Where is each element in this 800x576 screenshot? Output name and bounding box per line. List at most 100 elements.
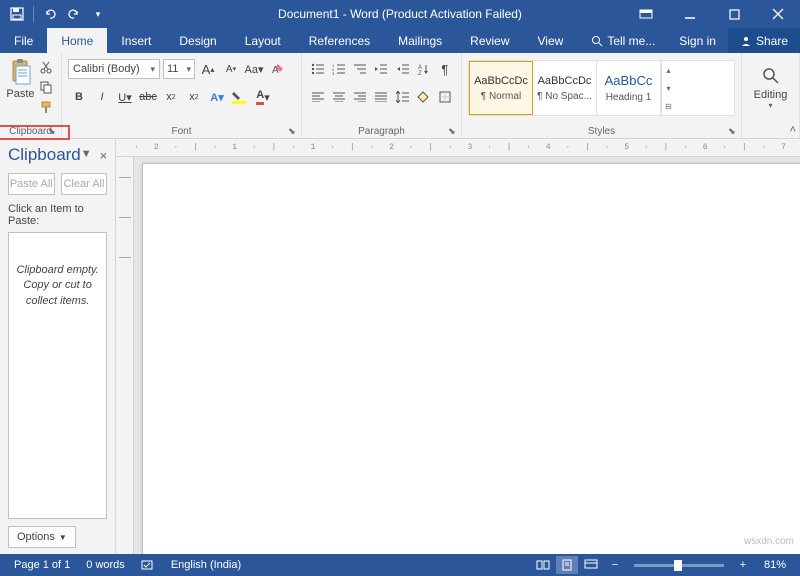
- font-color-icon[interactable]: A▾: [252, 87, 274, 107]
- multilevel-list-icon[interactable]: [350, 59, 370, 79]
- zoom-out-icon[interactable]: −: [604, 556, 626, 574]
- styles-gallery: AaBbCcDc ¶ Normal AaBbCcDc ¶ No Spac... …: [468, 60, 735, 116]
- paste-button[interactable]: Paste: [6, 56, 35, 116]
- save-icon[interactable]: [6, 3, 28, 25]
- font-size-combo[interactable]: 11▾: [163, 59, 195, 79]
- qat-customize-icon[interactable]: ▾: [87, 3, 109, 25]
- clipboard-options-button[interactable]: Options ▼: [8, 526, 76, 548]
- styles-more[interactable]: ▴▾⊟: [661, 61, 675, 115]
- borders-icon[interactable]: [435, 87, 455, 107]
- group-clipboard: Paste Clipboard ⬊: [0, 53, 62, 138]
- horizontal-ruler[interactable]: · 2 · | · 1 · | · 1 · | · 2 · | · 3 · | …: [116, 139, 800, 157]
- status-page[interactable]: Page 1 of 1: [6, 559, 78, 571]
- cut-icon[interactable]: [37, 58, 55, 76]
- group-styles-label: Styles: [462, 126, 741, 137]
- editing-button[interactable]: Editing ▾: [748, 60, 793, 116]
- align-center-icon[interactable]: [329, 87, 349, 107]
- tab-design[interactable]: Design: [165, 28, 230, 53]
- zoom-slider[interactable]: [634, 564, 724, 567]
- redo-icon[interactable]: [63, 3, 85, 25]
- line-spacing-icon[interactable]: [393, 87, 413, 107]
- clipboard-options-label: Options: [17, 531, 55, 543]
- maximize-icon[interactable]: [712, 0, 756, 28]
- tab-home[interactable]: Home: [47, 28, 107, 53]
- status-language[interactable]: English (India): [163, 559, 249, 571]
- sort-icon[interactable]: AZ: [414, 59, 434, 79]
- bullets-icon[interactable]: [308, 59, 328, 79]
- tell-me-search[interactable]: Tell me...: [581, 28, 665, 53]
- superscript-icon[interactable]: x2: [183, 87, 205, 107]
- zoom-thumb[interactable]: [674, 560, 682, 571]
- decrease-indent-icon[interactable]: [371, 59, 391, 79]
- increase-indent-icon[interactable]: [393, 59, 413, 79]
- view-read-icon[interactable]: [532, 556, 554, 574]
- undo-icon[interactable]: [39, 3, 61, 25]
- align-left-icon[interactable]: [308, 87, 328, 107]
- paste-all-button[interactable]: Paste All: [8, 173, 55, 195]
- ribbon-tabs: File Home Insert Design Layout Reference…: [0, 28, 800, 53]
- subscript-icon[interactable]: x2: [160, 87, 182, 107]
- clipboard-launcher-icon[interactable]: ⬊: [48, 126, 58, 136]
- shading-icon[interactable]: [414, 87, 434, 107]
- style-normal[interactable]: AaBbCcDc ¶ Normal: [469, 61, 533, 115]
- zoom-in-icon[interactable]: +: [732, 556, 754, 574]
- underline-icon[interactable]: U▾: [114, 87, 136, 107]
- zoom-level[interactable]: 81%: [756, 559, 794, 571]
- tab-review[interactable]: Review: [456, 28, 523, 53]
- shrink-font-icon[interactable]: A▾: [221, 59, 241, 79]
- quick-access-toolbar: ▾: [0, 3, 109, 25]
- clear-all-button[interactable]: Clear All: [61, 173, 108, 195]
- sign-in-button[interactable]: Sign in: [667, 28, 728, 53]
- styles-launcher-icon[interactable]: ⬊: [728, 126, 738, 136]
- show-marks-icon[interactable]: ¶: [435, 59, 455, 79]
- style-heading-1[interactable]: AaBbCc Heading 1: [597, 61, 661, 115]
- pane-close-icon[interactable]: ×: [100, 148, 108, 163]
- tab-layout[interactable]: Layout: [231, 28, 295, 53]
- text-effects-icon[interactable]: A▾: [206, 87, 228, 107]
- page-viewport[interactable]: [134, 157, 800, 554]
- ribbon-display-icon[interactable]: [624, 0, 668, 28]
- tab-mailings[interactable]: Mailings: [384, 28, 456, 53]
- status-proofing-icon[interactable]: [133, 559, 163, 571]
- vertical-ruler[interactable]: [116, 157, 134, 554]
- font-name-combo[interactable]: Calibri (Body)▾: [68, 59, 160, 79]
- view-web-icon[interactable]: [580, 556, 602, 574]
- clipboard-list: Clipboard empty. Copy or cut to collect …: [8, 232, 107, 519]
- share-button[interactable]: Share: [728, 28, 800, 53]
- pane-options-icon[interactable]: ▼: [81, 148, 92, 163]
- copy-icon[interactable]: [37, 78, 55, 96]
- strikethrough-icon[interactable]: abc: [137, 87, 159, 107]
- separator: [33, 6, 34, 22]
- clear-formatting-icon[interactable]: A: [267, 59, 287, 79]
- style-no-spacing[interactable]: AaBbCcDc ¶ No Spac...: [533, 61, 597, 115]
- align-right-icon[interactable]: [350, 87, 370, 107]
- change-case-icon[interactable]: Aa▾: [244, 59, 264, 79]
- grow-font-icon[interactable]: A▴: [198, 59, 218, 79]
- minimize-icon[interactable]: [668, 0, 712, 28]
- highlight-icon[interactable]: [229, 87, 251, 107]
- tab-references[interactable]: References: [295, 28, 384, 53]
- status-words[interactable]: 0 words: [78, 559, 133, 571]
- justify-icon[interactable]: [371, 87, 391, 107]
- tab-file[interactable]: File: [0, 28, 47, 53]
- close-icon[interactable]: [756, 0, 800, 28]
- collapse-ribbon-icon[interactable]: ˄: [790, 124, 796, 136]
- document-page[interactable]: [142, 163, 800, 554]
- font-name-value: Calibri (Body): [73, 63, 140, 75]
- bold-icon[interactable]: B: [68, 87, 90, 107]
- view-print-icon[interactable]: [556, 556, 578, 574]
- tab-insert[interactable]: Insert: [107, 28, 165, 53]
- numbering-icon[interactable]: 123: [329, 59, 349, 79]
- italic-icon[interactable]: I: [91, 87, 113, 107]
- font-launcher-icon[interactable]: ⬊: [288, 126, 298, 136]
- document-area: · 2 · | · 1 · | · 1 · | · 2 · | · 3 · | …: [116, 139, 800, 554]
- status-bar: Page 1 of 1 0 words English (India) − + …: [0, 554, 800, 576]
- paragraph-launcher-icon[interactable]: ⬊: [448, 126, 458, 136]
- font-size-value: 11: [167, 63, 178, 75]
- group-paragraph-label: Paragraph: [302, 126, 461, 137]
- format-painter-icon[interactable]: [37, 98, 55, 116]
- ruler-marks: · 2 · | · 1 · | · 1 · | · 2 · | · 3 · | …: [134, 139, 800, 156]
- tab-view[interactable]: View: [524, 28, 578, 53]
- clipboard-hint: Click an Item to Paste:: [0, 201, 115, 229]
- clipboard-empty-text: Clipboard empty. Copy or cut to collect …: [9, 263, 106, 309]
